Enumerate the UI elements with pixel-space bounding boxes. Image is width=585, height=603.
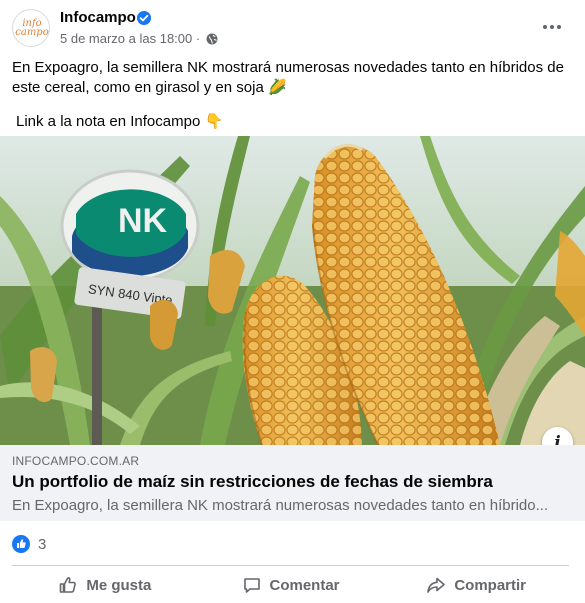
like-label: Me gusta (86, 576, 152, 594)
share-icon (427, 577, 446, 593)
like-button[interactable]: Me gusta (12, 568, 198, 602)
page-name[interactable]: Infocampo (60, 9, 136, 26)
link-domain: INFOCAMPO.COM.AR (12, 454, 140, 468)
post-meta: 5 de marzo a las 18:00 · (60, 31, 218, 46)
comment-button[interactable]: Comentar (198, 568, 384, 602)
reaction-count: 3 (38, 535, 47, 553)
more-options-icon[interactable] (536, 14, 568, 40)
corn-field-photo: NK SYN 840 Vipte (0, 136, 585, 445)
comment-icon (243, 578, 260, 593)
post-image[interactable]: NK SYN 840 Vipte i (0, 136, 585, 445)
comment-label: Comentar (269, 576, 340, 594)
avatar-logo-text: info campo (15, 18, 49, 38)
action-bar: Me gusta Comentar Compartir (12, 568, 569, 602)
post-text-link-line: Link a la nota en Infocampo 👇 (16, 113, 224, 130)
link-description: En Expoagro, la semillera NK mostrará nu… (12, 497, 549, 514)
sign-logo-text: NK (118, 202, 168, 240)
link-title[interactable]: Un portfolio de maíz sin restricciones d… (12, 472, 493, 492)
verified-badge-icon (137, 11, 151, 25)
link-preview[interactable]: INFOCAMPO.COM.AR Un portfolio de maíz si… (0, 445, 585, 521)
post-header: info campo Infocampo 5 de marzo a las 18… (0, 0, 585, 56)
facebook-post: info campo Infocampo 5 de marzo a las 18… (0, 0, 585, 603)
thumbs-up-icon (60, 577, 77, 593)
action-divider (12, 565, 569, 566)
like-reaction-icon (12, 535, 30, 553)
reactions-summary[interactable]: 3 (12, 533, 46, 555)
post-text-line: En Expoagro, la semillera NK mostrará nu… (12, 59, 564, 96)
share-button[interactable]: Compartir (383, 568, 569, 602)
post-text: En Expoagro, la semillera NK mostrará nu… (12, 58, 572, 132)
globe-icon (206, 33, 218, 45)
share-label: Compartir (454, 576, 527, 594)
post-timestamp[interactable]: 5 de marzo a las 18:00 · (60, 31, 200, 46)
page-avatar[interactable]: info campo (12, 9, 50, 47)
